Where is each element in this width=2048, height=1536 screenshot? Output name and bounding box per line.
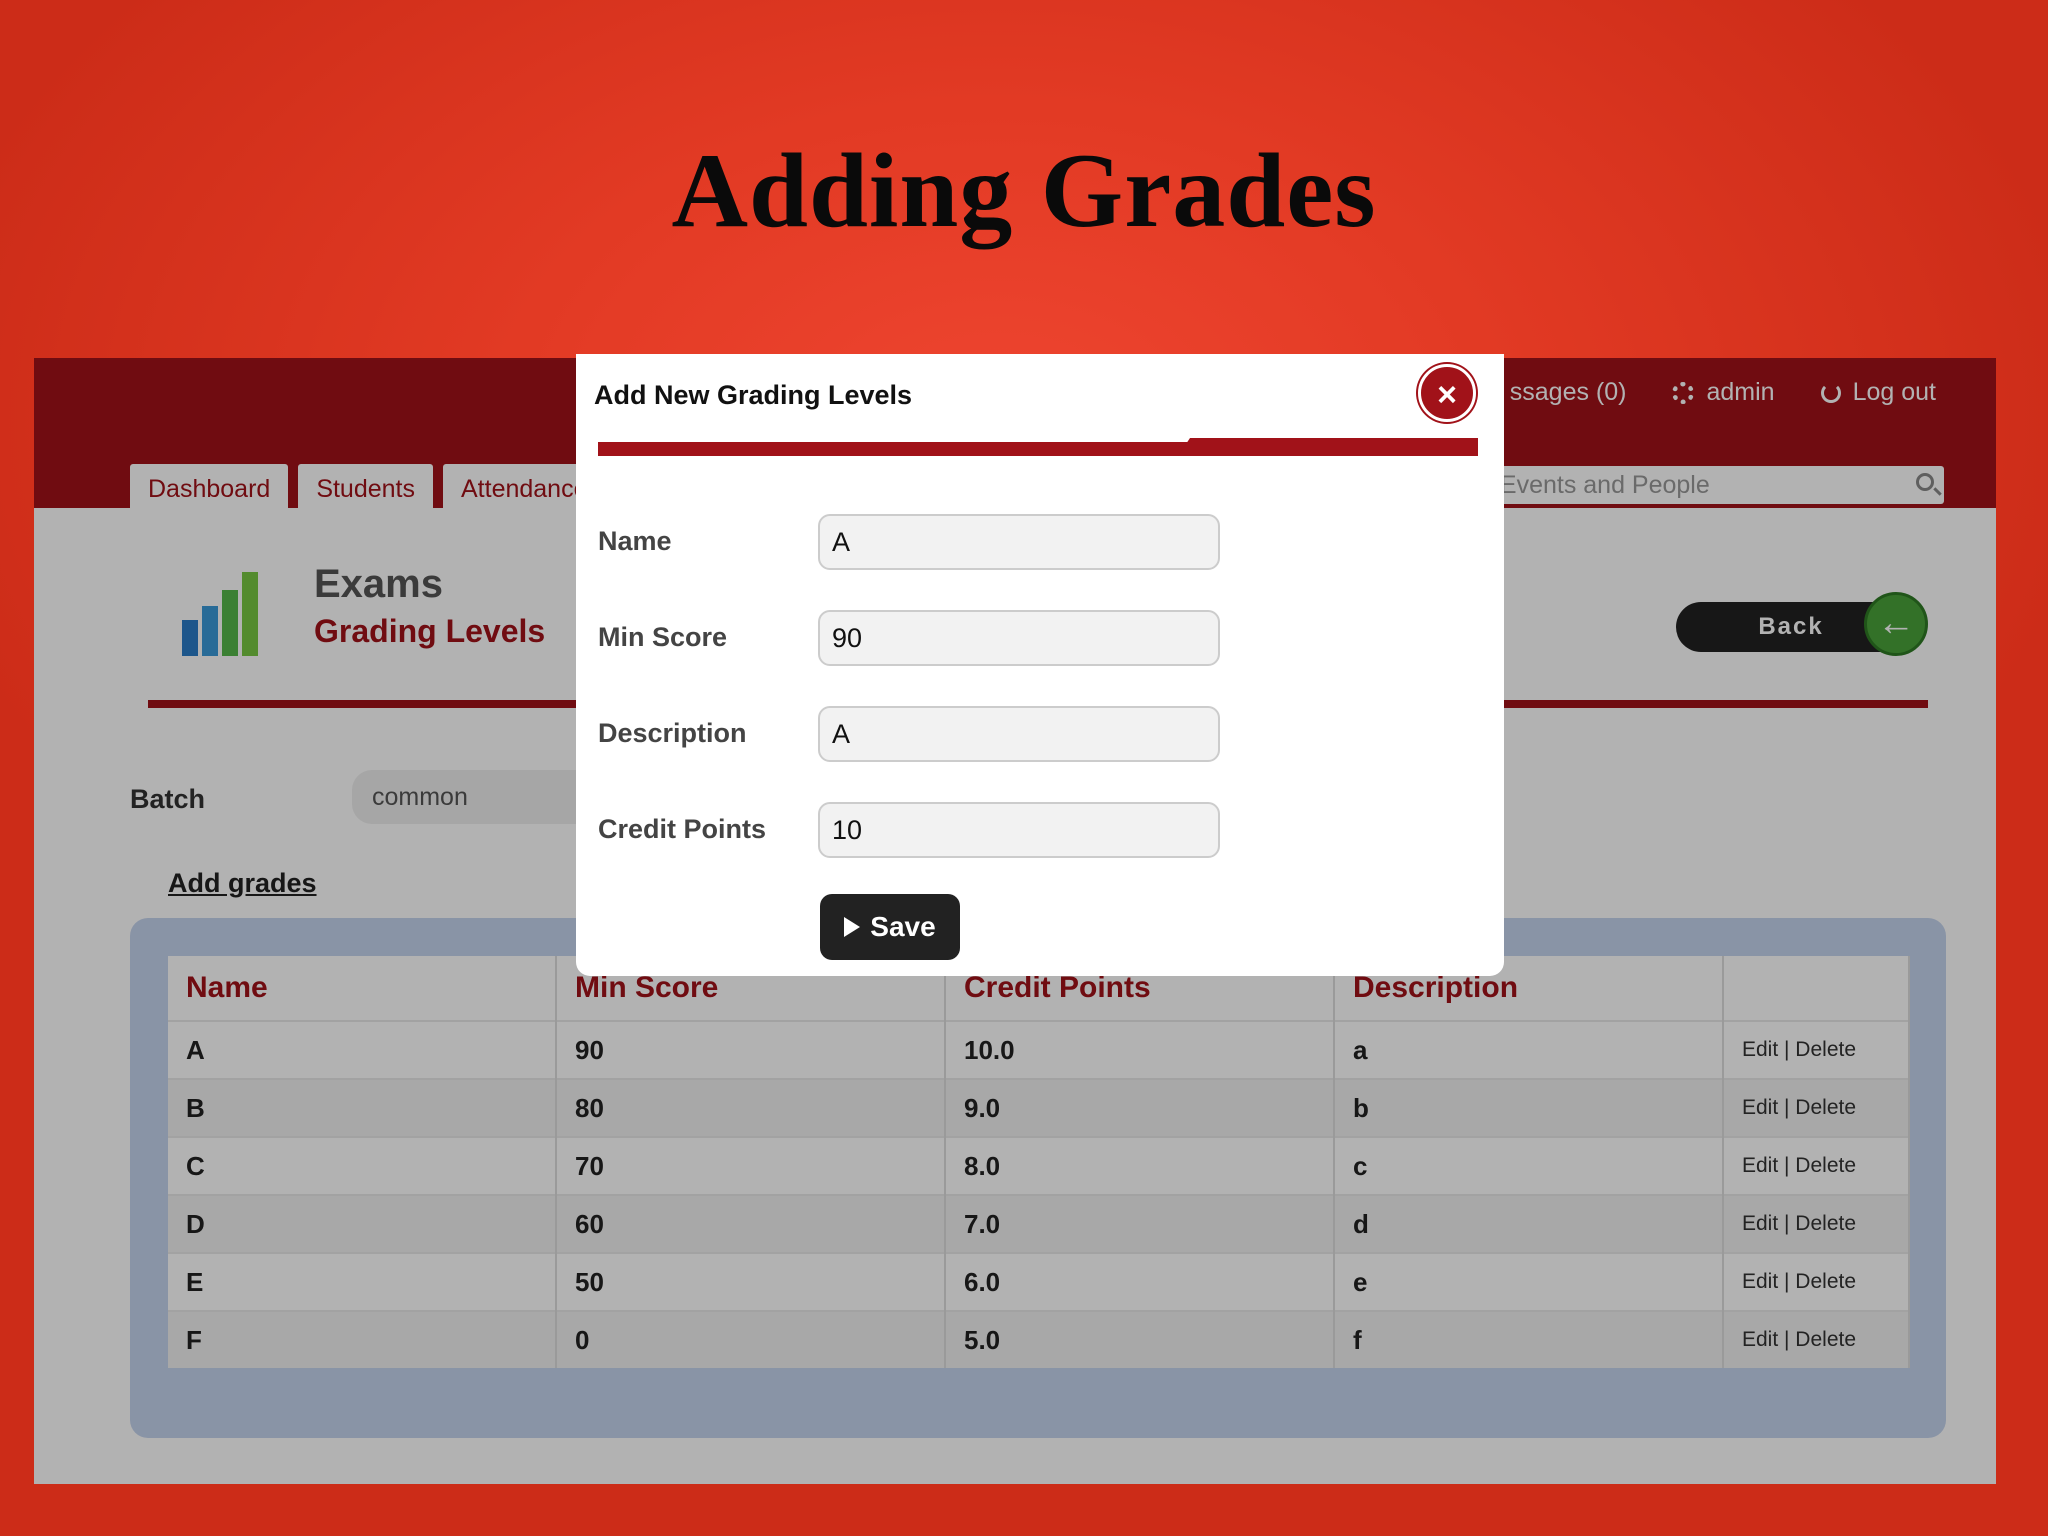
slide-title: Adding Grades: [671, 132, 1377, 249]
play-icon: [844, 917, 861, 937]
name-field[interactable]: [818, 514, 1220, 570]
modal-title: Add New Grading Levels: [594, 380, 913, 410]
credit-points-label: Credit Points: [598, 814, 767, 844]
description-field[interactable]: [818, 706, 1220, 762]
description-label: Description: [598, 718, 747, 748]
name-label: Name: [598, 526, 672, 556]
add-grading-levels-modal: Add New Grading Levels × Name Min Score …: [576, 354, 1504, 976]
min-score-field[interactable]: [818, 610, 1220, 666]
save-label: Save: [870, 911, 936, 942]
min-score-label: Min Score: [598, 622, 728, 652]
close-icon[interactable]: ×: [1418, 364, 1476, 422]
modal-divider: [598, 442, 1478, 456]
save-button[interactable]: Save: [820, 894, 960, 960]
credit-points-field[interactable]: [818, 802, 1220, 858]
